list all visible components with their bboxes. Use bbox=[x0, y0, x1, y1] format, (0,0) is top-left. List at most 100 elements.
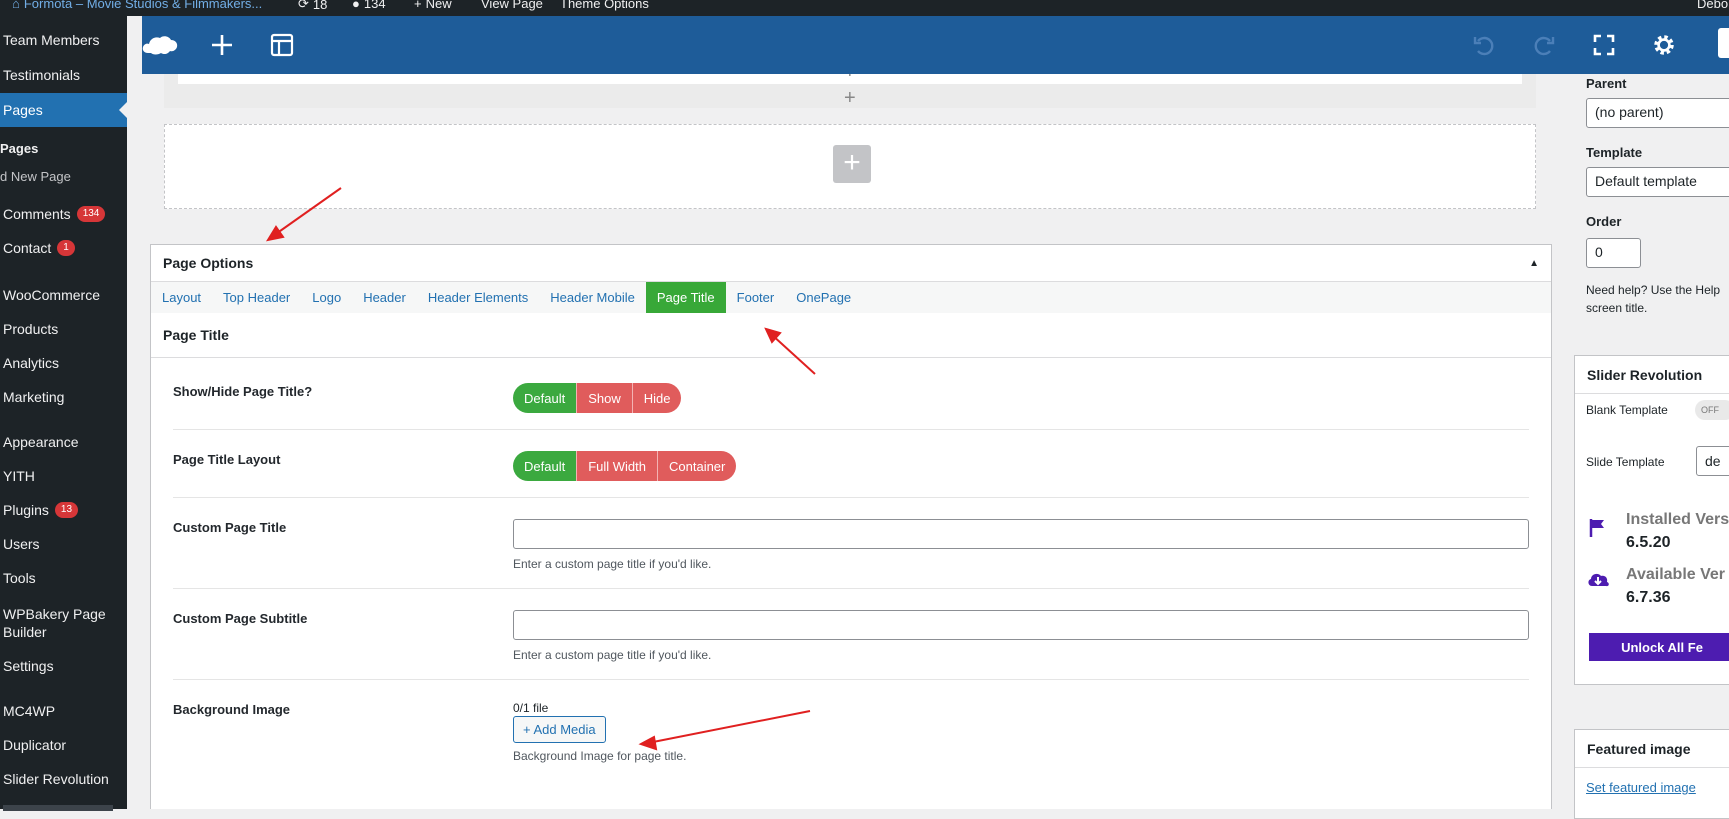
sidebar-item-team-members[interactable]: Team Members bbox=[3, 32, 99, 48]
sidebar-item-settings[interactable]: Settings bbox=[3, 658, 54, 674]
unlock-all-features-button[interactable]: Unlock All Fe bbox=[1589, 633, 1729, 661]
update-button[interactable] bbox=[1718, 28, 1729, 58]
admin-bar: ⌂ Formota – Movie Studios & Filmmakers..… bbox=[0, 0, 1729, 16]
option-default[interactable]: Default bbox=[513, 451, 577, 481]
tab-footer[interactable]: Footer bbox=[726, 282, 786, 313]
sidebar-item-woocommerce[interactable]: WooCommerce bbox=[3, 287, 100, 303]
slide-template-select[interactable]: de bbox=[1696, 446, 1729, 476]
undo-icon[interactable] bbox=[1469, 30, 1499, 60]
wpbakery-logo-icon[interactable] bbox=[142, 30, 178, 60]
new-content-link[interactable]: + New bbox=[414, 0, 452, 11]
sidebar-item-tools[interactable]: Tools bbox=[3, 570, 36, 586]
field-custom-page-subtitle: Custom Page Subtitle Enter a custom page… bbox=[173, 589, 1529, 680]
fullscreen-icon[interactable] bbox=[1589, 30, 1619, 60]
plus-icon: + bbox=[414, 0, 422, 11]
sidebar-item-duplicator[interactable]: Duplicator bbox=[3, 737, 66, 753]
installed-version-value: 6.5.20 bbox=[1626, 534, 1671, 551]
field-label: Background Image bbox=[173, 702, 291, 717]
sidebar-item-pages[interactable]: Pages bbox=[0, 93, 127, 127]
field-page-title-layout: Page Title Layout Default Full Width Con… bbox=[173, 430, 1529, 498]
page-options-header[interactable]: Page Options ▲ bbox=[151, 245, 1551, 282]
section-title: Page Title bbox=[151, 313, 1551, 358]
tab-logo[interactable]: Logo bbox=[301, 282, 352, 313]
sidebar-item-yith[interactable]: YITH bbox=[3, 468, 35, 484]
order-input-value: 0 bbox=[1595, 244, 1603, 260]
sidebar-item-marketing[interactable]: Marketing bbox=[3, 389, 64, 405]
order-input[interactable]: 0 bbox=[1586, 238, 1641, 268]
view-page-link[interactable]: View Page bbox=[481, 0, 543, 11]
parent-label: Parent bbox=[1586, 76, 1627, 91]
tab-layout[interactable]: Layout bbox=[151, 282, 212, 313]
field-label: Custom Page Title bbox=[173, 520, 287, 535]
field-label: Page Title Layout bbox=[173, 452, 281, 467]
sidebar-item-users[interactable]: Users bbox=[3, 536, 40, 552]
sidebar-item-products[interactable]: Products bbox=[3, 321, 58, 337]
sidebar-item-analytics[interactable]: Analytics bbox=[3, 355, 59, 371]
field-background-image: Background Image 0/1 file + Add Media Ba… bbox=[173, 680, 1529, 780]
option-container[interactable]: Container bbox=[657, 451, 737, 481]
add-media-button[interactable]: + Add Media bbox=[513, 716, 606, 743]
add-element-icon[interactable] bbox=[207, 30, 237, 60]
tab-onepage[interactable]: OnePage bbox=[785, 282, 862, 313]
add-element-plus-icon[interactable]: + bbox=[833, 145, 871, 183]
custom-page-subtitle-input[interactable] bbox=[513, 610, 1529, 640]
sidebar-item-contact[interactable]: Contact 1 bbox=[3, 240, 75, 256]
blank-template-label: Blank Template bbox=[1586, 403, 1668, 417]
sidebar-item-wpbakery[interactable]: WPBakery Page Builder bbox=[3, 605, 118, 641]
redo-icon[interactable] bbox=[1529, 30, 1559, 60]
home-icon: ⌂ bbox=[12, 0, 20, 11]
comments-link[interactable]: ● 134 bbox=[352, 0, 386, 11]
sidebar-item-comments[interactable]: Comments 134 bbox=[3, 206, 106, 222]
help-text: Need help? Use the Help bbox=[1586, 283, 1721, 297]
set-featured-image-link[interactable]: Set featured image bbox=[1586, 780, 1696, 795]
settings-gear-icon[interactable] bbox=[1649, 30, 1679, 60]
featured-image-title: Featured image bbox=[1575, 730, 1729, 768]
parent-select-value: (no parent) bbox=[1595, 104, 1664, 120]
field-description: Enter a custom page title if you'd like. bbox=[513, 648, 712, 662]
sidebar-item-testimonials[interactable]: Testimonials bbox=[3, 67, 80, 83]
option-show[interactable]: Show bbox=[576, 383, 632, 413]
add-element-zone[interactable]: + bbox=[164, 124, 1536, 209]
sidebar-item-cutoff bbox=[3, 805, 113, 811]
option-hide[interactable]: Hide bbox=[631, 383, 682, 413]
tab-header[interactable]: Header bbox=[352, 282, 417, 313]
builder-toolbar bbox=[142, 16, 1729, 74]
site-name-link[interactable]: ⌂ Formota – Movie Studios & Filmmakers..… bbox=[12, 0, 262, 11]
add-row-icon[interactable]: + bbox=[844, 88, 856, 108]
collapse-triangle-icon[interactable]: ▲ bbox=[1529, 258, 1539, 269]
custom-page-title-input[interactable] bbox=[513, 519, 1529, 549]
order-label: Order bbox=[1586, 214, 1622, 229]
tab-header-elements[interactable]: Header Elements bbox=[417, 282, 539, 313]
document-sidebar: Parent (no parent) Template Default temp… bbox=[1574, 74, 1729, 819]
sidebar-item-appearance[interactable]: Appearance bbox=[3, 434, 79, 450]
field-label: Custom Page Subtitle bbox=[173, 611, 308, 626]
tab-top-header[interactable]: Top Header bbox=[212, 282, 301, 313]
option-default[interactable]: Default bbox=[513, 383, 577, 413]
layout-toggle-group: Default Full Width Container bbox=[513, 451, 737, 481]
template-select[interactable]: Default template bbox=[1586, 167, 1729, 197]
templates-icon[interactable] bbox=[267, 30, 297, 60]
tab-header-mobile[interactable]: Header Mobile bbox=[539, 282, 646, 313]
available-version-value: 6.7.36 bbox=[1626, 589, 1671, 606]
sidebar-item-slider-revolution[interactable]: Slider Revolution bbox=[3, 771, 109, 787]
installed-version-label: Installed Vers bbox=[1626, 511, 1729, 528]
blank-template-toggle[interactable]: OFF bbox=[1695, 400, 1729, 420]
slider-revolution-title: Slider Revolution bbox=[1575, 356, 1729, 394]
theme-options-link[interactable]: Theme Options bbox=[560, 0, 649, 11]
parent-select[interactable]: (no parent) bbox=[1586, 98, 1729, 128]
tab-page-title[interactable]: Page Title bbox=[645, 282, 726, 313]
template-select-value: Default template bbox=[1595, 173, 1697, 189]
sidebar-item-plugins[interactable]: Plugins 13 bbox=[3, 502, 79, 518]
sidebar-subitem-add-new-page[interactable]: d New Page bbox=[0, 169, 71, 184]
sidebar-subitem-all-pages[interactable]: Pages bbox=[0, 141, 38, 156]
option-full-width[interactable]: Full Width bbox=[576, 451, 657, 481]
plugins-count-badge: 13 bbox=[54, 502, 79, 518]
page-options-panel: Page Options ▲ Layout Top Header Logo He… bbox=[150, 244, 1552, 809]
sidebar-item-mc4wp[interactable]: MC4WP bbox=[3, 703, 55, 719]
field-custom-page-title: Custom Page Title Enter a custom page ti… bbox=[173, 498, 1529, 589]
add-in-column-icon[interactable]: + bbox=[844, 74, 856, 82]
contact-count-badge: 1 bbox=[57, 240, 75, 256]
user-account-link[interactable]: Debo bbox=[1697, 0, 1728, 11]
updates-link[interactable]: ⟳ 18 bbox=[298, 0, 327, 12]
featured-image-panel: Featured image Set featured image bbox=[1574, 729, 1729, 819]
